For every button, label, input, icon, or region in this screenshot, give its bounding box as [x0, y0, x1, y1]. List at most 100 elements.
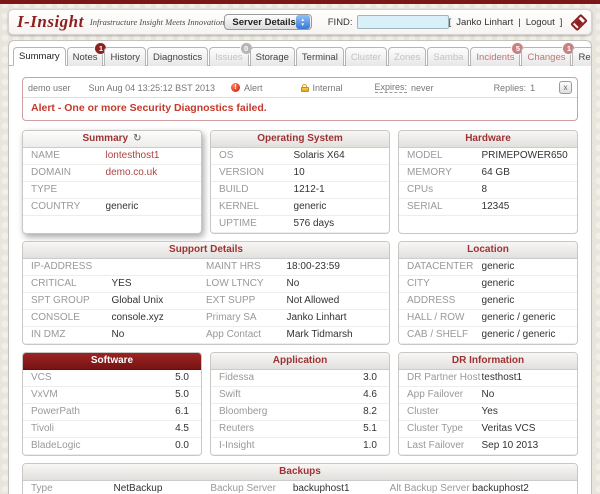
panel-grid: Summary↻NAMElontesthost1DOMAINdemo.co.uk… — [22, 130, 578, 494]
field-row: IP-ADDRESSMAINT HRS18:00-23:59 — [23, 259, 389, 276]
panel-body: VCS5.0VxVM5.0PowerPath6.1Tivoli4.5BladeL… — [23, 370, 201, 455]
field-cell: App FailoverNo — [407, 389, 569, 401]
close-button[interactable]: x — [559, 81, 572, 94]
panel-title: Operating System — [257, 133, 343, 144]
arrow-down-icon: ▼ — [301, 22, 305, 27]
tab-diagnostics[interactable]: Diagnostics — [147, 47, 208, 66]
field-value: PRIMEPOWER650 — [482, 150, 568, 162]
field-value: lontesthost1 — [106, 150, 160, 162]
field-value: 5.0 — [175, 389, 193, 401]
select-stepper-icon: ▲ ▼ — [296, 15, 310, 29]
panel-title: Location — [467, 244, 509, 255]
field-value: YES — [112, 278, 132, 290]
field-cell: Backup Serverbackuphost1 — [210, 483, 389, 494]
field-label: App Failover — [407, 389, 482, 401]
logout-link[interactable]: Logout — [526, 17, 555, 28]
tab-history[interactable]: History — [104, 47, 146, 66]
field-label: Type — [31, 483, 113, 494]
note-visibility-label: Internal — [313, 83, 343, 93]
field-row: COUNTRYgeneric — [23, 199, 201, 216]
field-value: 0.0 — [175, 440, 193, 452]
note-box: demo user Sun Aug 04 13:25:12 BST 2013 !… — [22, 77, 578, 121]
field-value: demo.co.uk — [106, 167, 158, 179]
field-value: 10 — [294, 167, 305, 179]
field-value: 4.6 — [363, 389, 381, 401]
field-cell: I-Insight1.0 — [219, 440, 381, 452]
field-row: NAMElontesthost1 — [23, 148, 201, 165]
field-label: DATACENTER — [407, 261, 482, 273]
tab-storage[interactable]: Storage — [250, 47, 295, 66]
tab-incidents[interactable]: Incidents5 — [470, 47, 520, 66]
field-label: Cluster Type — [407, 423, 482, 435]
panel-header-backups: Backups — [23, 464, 577, 481]
tab-changes[interactable]: Changes1 — [521, 47, 571, 66]
field-label: UPTIME — [219, 218, 294, 230]
tab-samba[interactable]: Samba — [427, 47, 469, 66]
tab-reports[interactable]: Reports — [572, 47, 592, 66]
field-label: CAB / SHELF — [407, 329, 482, 341]
field-cell: VxVM5.0 — [31, 389, 193, 401]
field-label: I-Insight — [219, 440, 363, 452]
field-label: COUNTRY — [31, 201, 106, 213]
field-cell: EXT SUPPNot Allowed — [206, 295, 381, 307]
panel-title: Support Details — [169, 244, 243, 255]
tab-label: Samba — [433, 52, 463, 63]
tab-bar: SummaryNotes1HistoryDiagnosticsIssues0St… — [9, 41, 591, 66]
field-cell: SERIAL12345 — [407, 201, 569, 213]
field-cell: Bloomberg8.2 — [219, 406, 381, 418]
field-label: Cluster — [407, 406, 482, 418]
field-cell: PowerPath6.1 — [31, 406, 193, 418]
field-value: No — [482, 389, 495, 401]
field-value: Not Allowed — [287, 295, 340, 307]
note-type: ! Alert — [231, 83, 263, 93]
tab-zones[interactable]: Zones — [388, 47, 426, 66]
panel-title: Backups — [279, 466, 321, 477]
user-group: [ Janko Linhart | Logout ] — [449, 17, 563, 28]
note-author: demo user — [28, 83, 71, 93]
field-value: 4.5 — [175, 423, 193, 435]
field-value: generic — [482, 295, 515, 307]
field-row: VERSION10 — [211, 165, 389, 182]
field-cell: OSSolaris X64 — [219, 150, 381, 162]
user-name-link[interactable]: Janko Linhart — [456, 17, 513, 28]
field-cell: TYPE — [31, 184, 193, 196]
alert-icon: ! — [231, 83, 240, 92]
panel-title: Application — [273, 355, 327, 366]
field-value: 8 — [482, 184, 488, 196]
field-value: 5.0 — [175, 372, 193, 384]
refresh-icon[interactable]: ↻ — [133, 133, 141, 144]
field-row: CONSOLEconsole.xyzPrimary SAJanko Linhar… — [23, 310, 389, 327]
field-label: Backup Server — [210, 483, 292, 494]
field-label: Alt Backup Server — [390, 483, 472, 494]
field-cell: App ContactMark Tidmarsh — [206, 329, 381, 341]
nav-select[interactable]: Server Details ▲ ▼ — [224, 14, 311, 30]
field-value: 3.0 — [363, 372, 381, 384]
field-cell: CAB / SHELFgeneric / generic — [407, 329, 569, 341]
field-value: generic — [294, 201, 327, 213]
field-value: 8.2 — [363, 406, 381, 418]
field-label: DR Partner Host — [407, 372, 482, 384]
field-row: KERNELgeneric — [211, 199, 389, 216]
tab-summary[interactable]: Summary — [13, 47, 66, 66]
note-expires: Expires: never — [375, 82, 434, 93]
field-cell: COUNTRYgeneric — [31, 201, 193, 213]
tab-issues[interactable]: Issues0 — [209, 47, 248, 66]
panel-title: Hardware — [465, 133, 511, 144]
field-label: Reuters — [219, 423, 363, 435]
field-row: UPTIME576 days — [211, 216, 389, 233]
field-row: OSSolaris X64 — [211, 148, 389, 165]
field-cell: VERSION10 — [219, 167, 381, 179]
tab-cluster[interactable]: Cluster — [345, 47, 387, 66]
field-row: TYPE — [23, 182, 201, 199]
panel-operating-system: Operating SystemOSSolaris X64VERSION10BU… — [210, 130, 390, 234]
field-value: 576 days — [294, 218, 335, 230]
panel-summary: Summary↻NAMElontesthost1DOMAINdemo.co.uk… — [22, 130, 202, 234]
find-input[interactable] — [357, 15, 449, 29]
field-value: Global Unix — [112, 295, 164, 307]
tab-notes[interactable]: Notes1 — [67, 47, 104, 66]
tab-terminal[interactable]: Terminal — [296, 47, 344, 66]
field-row: MODELPRIMEPOWER650 — [399, 148, 577, 165]
panel-dr-information: DR InformationDR Partner Hosttesthost1Ap… — [398, 352, 578, 456]
top-accent-bar — [0, 0, 600, 4]
panel-backups: BackupsTypeNetBackupBackup Serverbackuph… — [22, 463, 578, 494]
